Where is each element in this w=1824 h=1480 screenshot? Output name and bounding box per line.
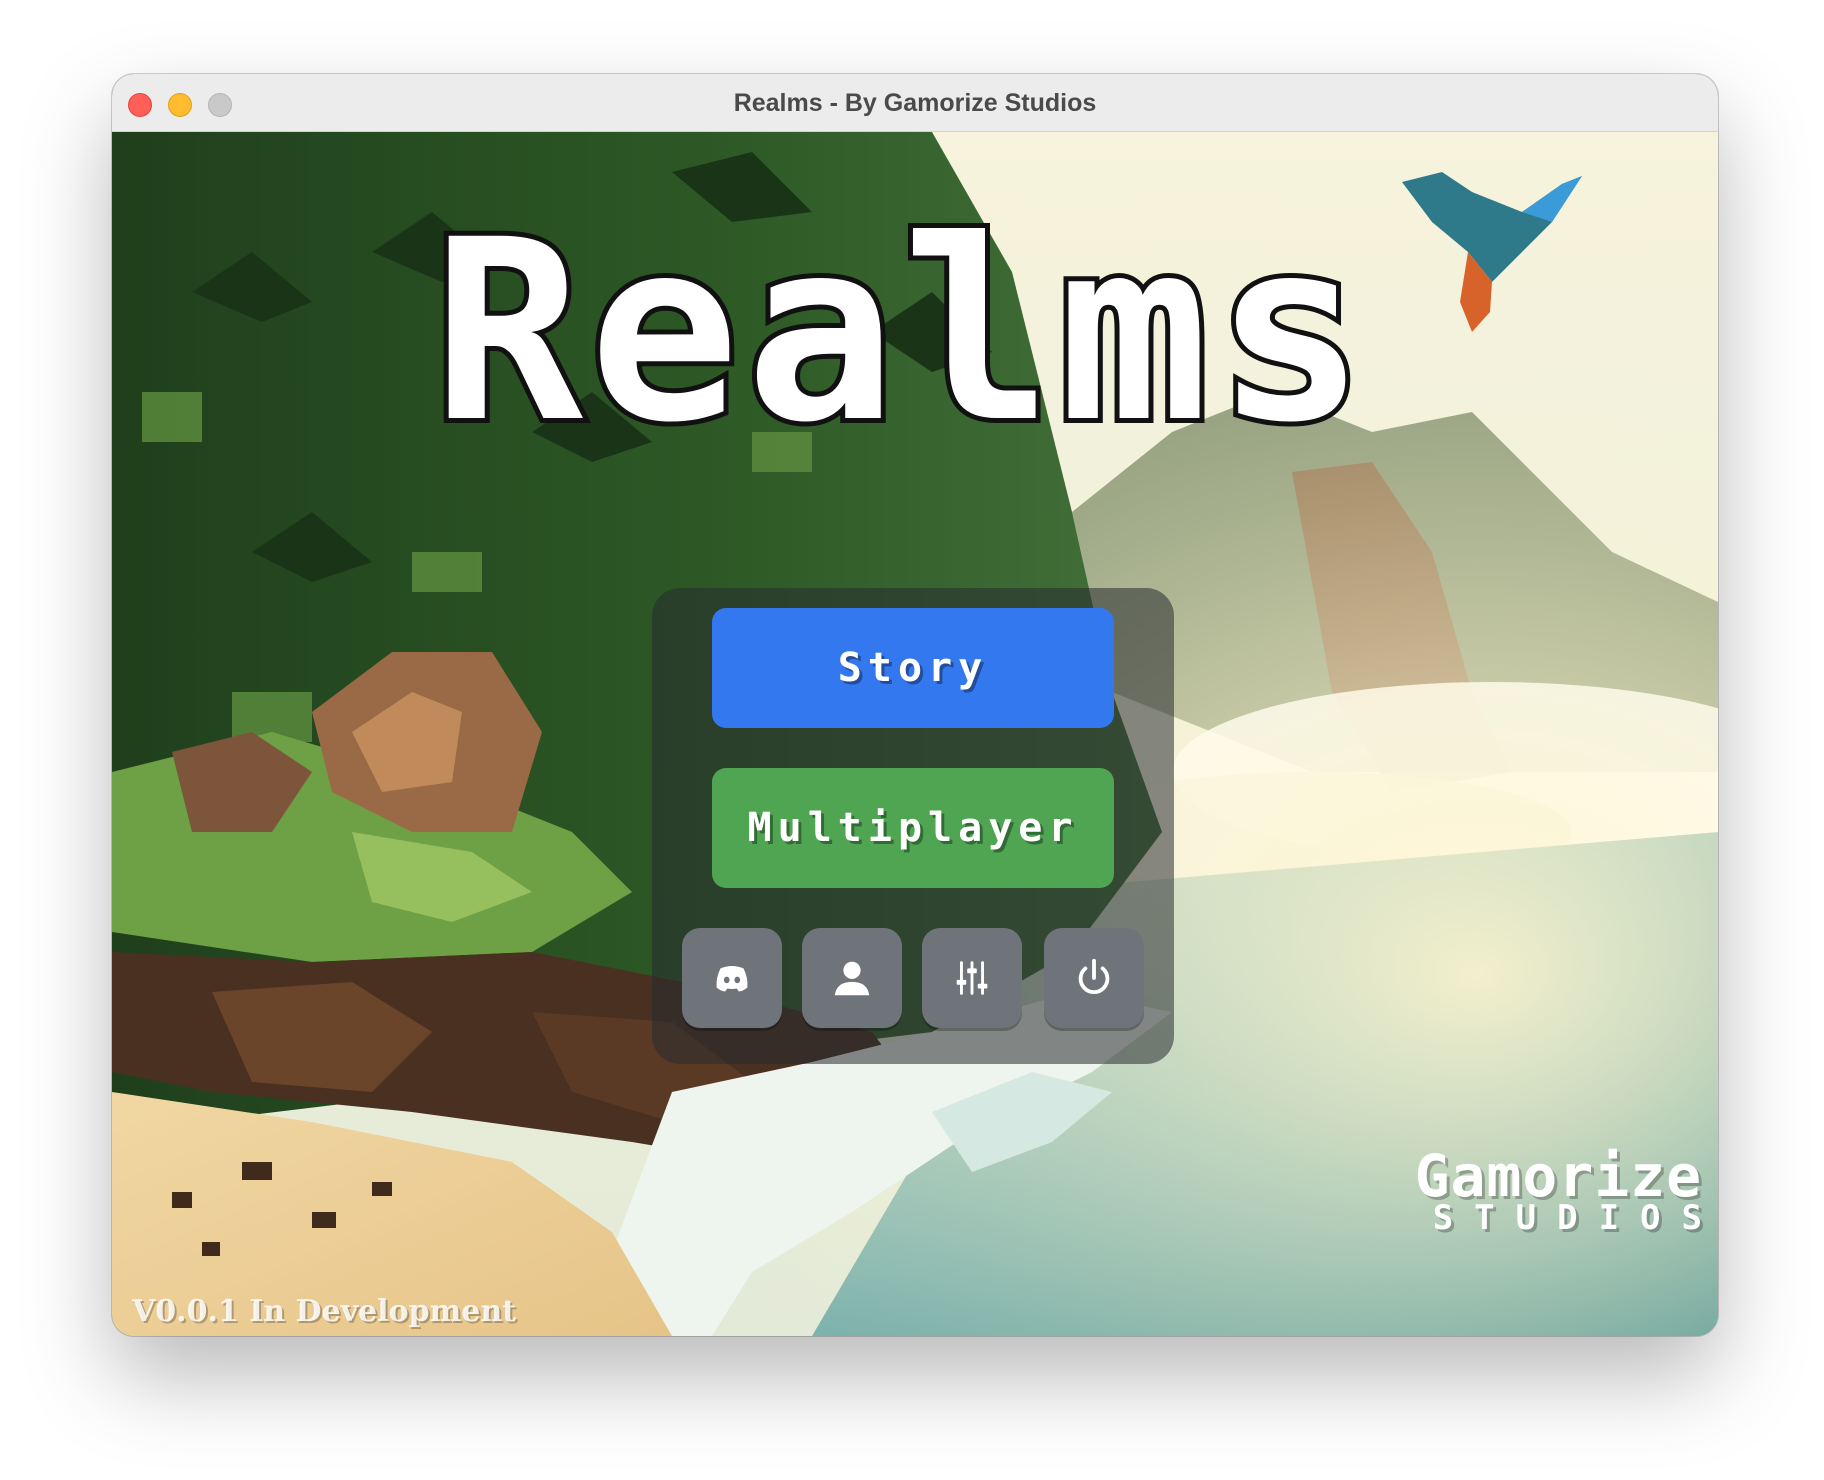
window-title: Realms - By Gamorize Studios — [733, 89, 1097, 117]
icon-button-row — [682, 928, 1144, 1028]
story-button[interactable]: Story — [712, 608, 1114, 728]
multiplayer-button[interactable]: Multiplayer — [712, 768, 1114, 888]
game-logo-text: Realms — [432, 218, 1371, 477]
title-bar: Realms - By Gamorize Studios — [112, 74, 1718, 132]
app-window: Realms - By Gamorize Studios Realms Stor… — [112, 74, 1718, 1336]
profile-button[interactable] — [802, 928, 902, 1028]
studio-logo: Gamorize STUDIOS — [1322, 1142, 1702, 1242]
settings-sliders-icon — [956, 961, 988, 995]
main-menu-panel: Story Multiplayer — [652, 588, 1174, 1064]
quit-button[interactable] — [1044, 928, 1144, 1028]
power-icon — [1078, 958, 1110, 995]
game-logo: Realms — [427, 218, 1371, 478]
version-label: V0.0.1 In Development — [132, 1294, 517, 1329]
settings-button[interactable] — [922, 928, 1022, 1028]
game-scene: Realms Story Multiplayer Gamorize STUDIO… — [112, 132, 1718, 1336]
studio-subtitle: STUDIOS — [1432, 1198, 1718, 1238]
discord-button[interactable] — [682, 928, 782, 1028]
discord-icon — [716, 966, 748, 992]
profile-icon — [834, 961, 870, 996]
